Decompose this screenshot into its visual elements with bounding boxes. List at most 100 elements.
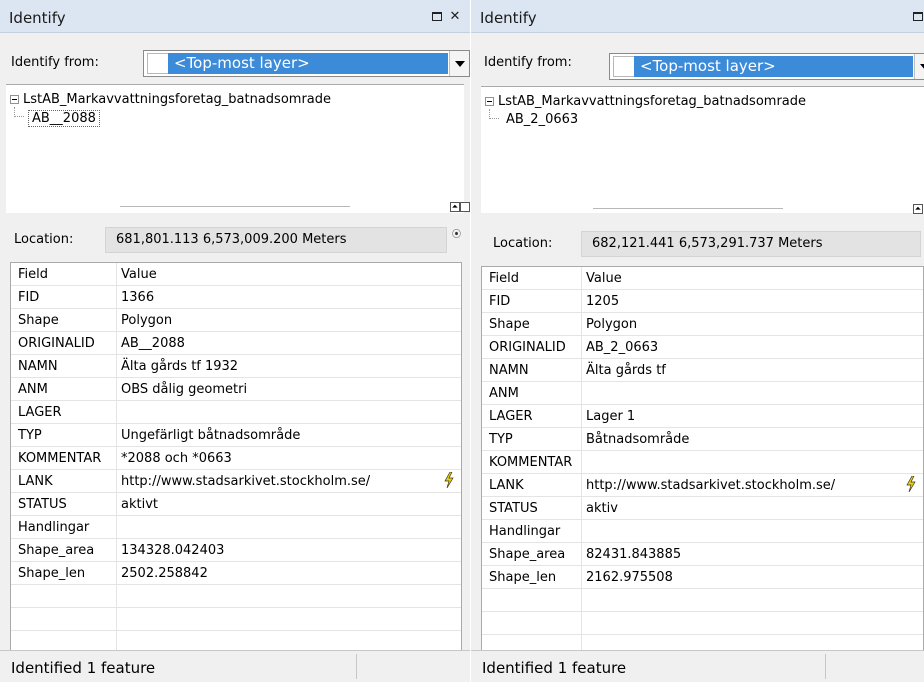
field-name: LAGER	[18, 405, 62, 420]
results-tree[interactable]: LstAB_Markavvattningsforetag_batnadsomra…	[481, 86, 924, 213]
identify-from-dropdown[interactable]: <Top-most layer>	[609, 53, 924, 80]
field-name: ORIGINALID	[489, 340, 566, 355]
table-row[interactable]: TYP Ungefärligt båtnadsområde	[11, 424, 461, 447]
table-row[interactable]: KOMMENTAR *2088 och *0663	[11, 447, 461, 470]
window-title: Identify	[480, 9, 537, 27]
field-value: Båtnadsområde	[586, 432, 690, 447]
field-name: LANK	[489, 478, 524, 493]
field-value: 1205	[586, 294, 620, 309]
table-row[interactable]: NAMN Älta gårds tf 1932	[11, 355, 461, 378]
table-row[interactable]: ORIGINALID AB__2088	[11, 332, 461, 355]
lightning-icon[interactable]	[906, 476, 916, 492]
splitter[interactable]	[593, 208, 783, 209]
table-row[interactable]: STATUS aktivt	[11, 493, 461, 516]
restore-icon[interactable]	[432, 11, 444, 23]
chevron-down-icon[interactable]	[914, 54, 924, 79]
field-value: Polygon	[586, 317, 638, 332]
collapse-icon[interactable]	[10, 95, 19, 104]
empty-row	[482, 589, 923, 612]
expand-icon[interactable]: ⏶	[450, 202, 460, 212]
chevron-down-icon[interactable]	[449, 51, 469, 76]
results-tree[interactable]: LstAB_Markavvattningsforetag_batnadsomra…	[6, 84, 464, 213]
table-row[interactable]: ANM OBS dålig geometri	[11, 378, 461, 401]
empty-row	[11, 608, 461, 631]
location-value: 682,121.441 6,573,291.737 Meters	[581, 231, 921, 257]
field-name: ANM	[18, 382, 48, 397]
status-text: Identified 1 feature	[482, 659, 627, 677]
field-name: Shape	[489, 317, 530, 332]
table-row[interactable]: Shape Polygon	[482, 313, 923, 336]
table-row[interactable]: Shape_area 82431.843885	[482, 543, 923, 566]
field-value: aktiv	[586, 501, 618, 516]
table-row[interactable]: FID 1205	[482, 290, 923, 313]
collapse-icon[interactable]	[485, 97, 494, 106]
field-name: FID	[489, 294, 511, 309]
attribute-table[interactable]: Field Value FID 1205 Shape Polygon ORIGINALID A…	[481, 266, 924, 653]
tree-feature-node[interactable]: AB_2_0663	[503, 112, 581, 127]
tree-layer-node[interactable]: LstAB_Markavvattningsforetag_batnadsomra…	[10, 92, 331, 107]
table-row[interactable]: Handlingar	[11, 516, 461, 539]
table-row[interactable]: NAMN Älta gårds tf	[482, 359, 923, 382]
field-name: NAMN	[489, 363, 529, 378]
field-value: AB__2088	[121, 336, 185, 351]
field-name: Shape_area	[18, 543, 95, 558]
table-row[interactable]: Shape_len 2502.258842	[11, 562, 461, 585]
header-field[interactable]: Field	[489, 271, 519, 286]
tree-feature-node[interactable]: AB__2088	[28, 110, 100, 127]
attribute-table[interactable]: Field Value FID 1366 Shape Polygon ORIGINALID A…	[10, 262, 462, 655]
lightning-icon[interactable]	[444, 472, 454, 488]
identify-from-label: Identify from:	[11, 55, 99, 70]
table-row[interactable]: LAGER	[11, 401, 461, 424]
field-name: Shape_len	[489, 570, 557, 585]
field-value: 134328.042403	[121, 543, 225, 558]
table-row[interactable]: Shape Polygon	[11, 309, 461, 332]
location-row: Location: 682,121.441 6,573,291.737 Mete…	[471, 226, 924, 260]
header-value[interactable]: Value	[121, 267, 157, 282]
table-row[interactable]: FID 1366	[11, 286, 461, 309]
identify-window-right: Identify Identify from: <Top-most layer>…	[471, 0, 924, 682]
table-row[interactable]: LAGER Lager 1	[482, 405, 923, 428]
table-row[interactable]: KOMMENTAR	[482, 451, 923, 474]
table-row[interactable]: ANM	[482, 382, 923, 405]
field-name: TYP	[489, 432, 513, 447]
field-name: TYP	[18, 428, 42, 443]
status-bar: Identified 1 feature	[0, 650, 470, 682]
field-name: STATUS	[489, 501, 538, 516]
pane-icon[interactable]	[460, 202, 470, 212]
table-row[interactable]: Shape_area 134328.042403	[11, 539, 461, 562]
status-bar: Identified 1 feature	[471, 650, 924, 682]
field-value: *2088 och *0663	[121, 451, 232, 466]
title-bar[interactable]: Identify	[471, 0, 924, 33]
location-label: Location:	[493, 236, 553, 251]
field-name: LANK	[18, 474, 53, 489]
tree-layer-node[interactable]: LstAB_Markavvattningsforetag_batnadsomra…	[485, 94, 806, 109]
tree-layer-label: LstAB_Markavvattningsforetag_batnadsomra…	[23, 92, 332, 107]
identify-from-row: Identify from: <Top-most layer>	[0, 40, 470, 78]
location-options-icon[interactable]: ⦿	[452, 230, 462, 240]
field-name: Shape_area	[489, 547, 566, 562]
field-name: ORIGINALID	[18, 336, 95, 351]
table-row[interactable]: Handlingar	[482, 520, 923, 543]
field-name: Handlingar	[18, 520, 90, 535]
table-header-row: Field Value	[11, 263, 461, 286]
status-text: Identified 1 feature	[11, 659, 156, 677]
expand-icon[interactable]: ⏶	[913, 204, 923, 214]
field-name: FID	[18, 290, 40, 305]
restore-icon[interactable]	[913, 11, 924, 23]
table-row[interactable]: TYP Båtnadsområde	[482, 428, 923, 451]
splitter[interactable]	[120, 206, 350, 207]
table-row[interactable]: ORIGINALID AB_2_0663	[482, 336, 923, 359]
close-icon[interactable]: ✕	[449, 10, 461, 23]
table-row[interactable]: STATUS aktiv	[482, 497, 923, 520]
field-value: Ungefärligt båtnadsområde	[121, 428, 301, 443]
identify-from-dropdown[interactable]: <Top-most layer>	[143, 50, 470, 77]
field-name: NAMN	[18, 359, 58, 374]
field-value: Lager 1	[586, 409, 636, 424]
title-bar[interactable]: Identify ✕	[0, 0, 470, 33]
table-row[interactable]: Shape_len 2162.975508	[482, 566, 923, 589]
table-row[interactable]: LANK http://www.stadsarkivet.stockholm.se…	[482, 474, 923, 497]
field-value: Älta gårds tf 1932	[121, 359, 239, 374]
header-value[interactable]: Value	[586, 271, 622, 286]
table-row[interactable]: LANK http://www.stadsarkivet.stockholm.se…	[11, 470, 461, 493]
header-field[interactable]: Field	[18, 267, 48, 282]
